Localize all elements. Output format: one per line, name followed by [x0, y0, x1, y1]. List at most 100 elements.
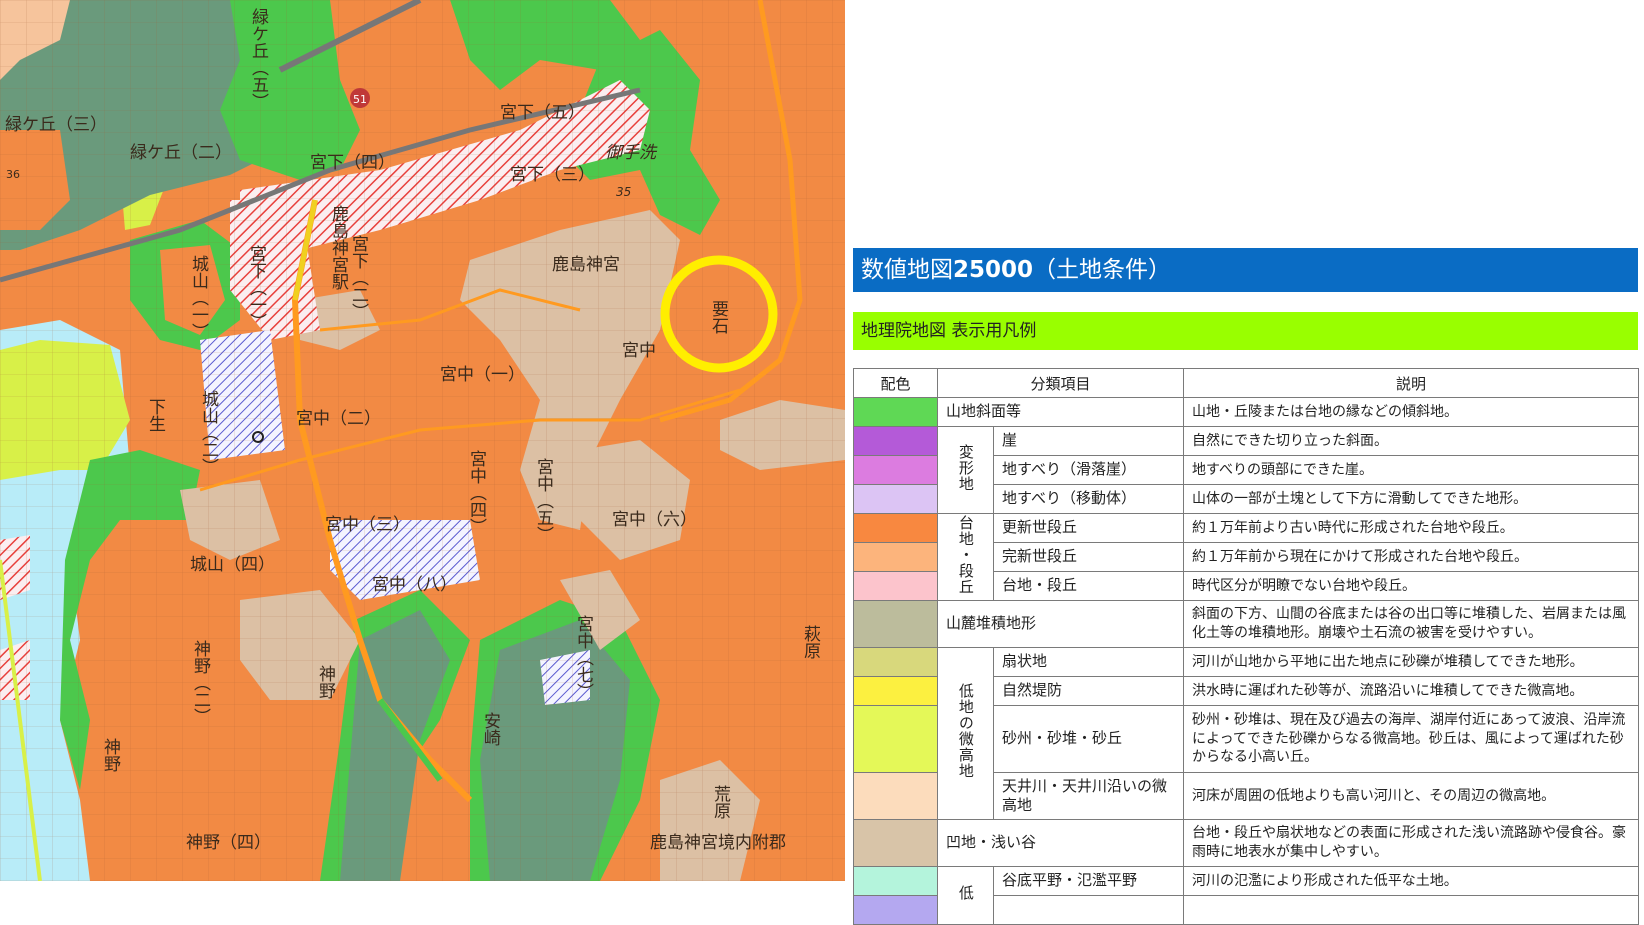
category-item: 山地斜面等: [936, 397, 1185, 427]
category-item: 更新世段丘: [992, 513, 1185, 543]
label-jinno-4: 神野（四）: [186, 833, 271, 853]
label-hagiwara: 萩原: [800, 625, 821, 659]
header-color: 配色: [853, 368, 938, 398]
category-description: 河床が周囲の低地よりも高い河川と、その周辺の微高地。: [1183, 772, 1640, 820]
color-swatch: [853, 705, 938, 773]
category-description: 自然にできた切り立った斜面。: [1183, 426, 1640, 456]
group-label-daichi: 台地・段丘: [937, 513, 994, 601]
label-miyanaka-4: 宮中（四）: [466, 450, 487, 535]
route-51-label: 51: [353, 93, 367, 106]
group-label-text: 低地の微高地: [956, 683, 975, 780]
label-kashima-jingu: 鹿島神宮: [552, 255, 620, 275]
category-item: 台地・段丘: [992, 571, 1185, 601]
label-arahara: 荒原: [710, 785, 731, 819]
label-miyanaka-8: 宮中（八）: [372, 575, 457, 595]
color-swatch: [853, 772, 938, 820]
legend-title-prefix: 数値地図: [861, 257, 953, 283]
land-condition-map[interactable]: 51 緑ケ丘（三） 緑ケ丘（二） 緑ケ丘（五） 宮下（五） 宮下（四） 宮下（三…: [0, 0, 845, 881]
label-miyanaka-5: 宮中（五）: [533, 458, 554, 543]
label-jinno-mid: 神野: [315, 665, 336, 699]
legend-subtitle: 地理院地図 表示用凡例: [853, 312, 1638, 350]
label-kashima-jingu-station: 鹿島神宮駅: [328, 205, 349, 290]
label-miyanaka-2: 宮中（二）: [296, 409, 381, 429]
legend-row: 変形地 崖 自然にできた切り立った斜面。: [853, 426, 1640, 514]
color-swatch: [853, 819, 938, 867]
label-miyashita-3: 宮下（三）: [510, 165, 595, 185]
label-keidai: 鹿島神宮境内附郡: [650, 833, 786, 853]
category-description: 斜面の下方、山間の谷底または谷の出口等に堆積した、岩屑または風化土等の堆積地形。…: [1183, 600, 1640, 648]
label-miyashita-2: 宮下（二）: [348, 235, 369, 320]
header-description: 説明: [1183, 368, 1640, 398]
label-miyanaka-3: 宮中（三）: [325, 515, 410, 535]
group-label-teichi: 低: [937, 866, 994, 925]
color-swatch: [853, 866, 938, 896]
legend-row: 凹地・浅い谷 台地・段丘や扇状地などの表面に形成された浅い流路跡や侵食谷。豪雨時…: [853, 819, 1640, 867]
label-miyanaka-6: 宮中（六）: [612, 510, 697, 530]
map-canvas[interactable]: 51 緑ケ丘（三） 緑ケ丘（二） 緑ケ丘（五） 宮下（五） 宮下（四） 宮下（三…: [0, 0, 845, 881]
category-description: 約１万年前から現在にかけて形成された台地や段丘。: [1183, 542, 1640, 572]
legend-row: 山麓堆積地形 斜面の下方、山間の谷底または谷の出口等に堆積した、岩屑または風化土…: [853, 600, 1640, 648]
legend-row: 低 谷底平野・氾濫平野 河川の氾濫により形成された低平な土地。: [853, 866, 1640, 925]
label-miyashita-4: 宮下（四）: [310, 153, 395, 173]
category-description: 河川が山地から平地に出た地点に砂礫が堆積してできた地形。: [1183, 647, 1640, 677]
category-description: 台地・段丘や扇状地などの表面に形成された浅い流路跡や侵食谷。豪雨時に地表水が集中…: [1183, 819, 1640, 867]
group-label-text: 低: [956, 885, 975, 902]
category-item: 山麓堆積地形: [936, 600, 1185, 648]
color-swatch: [853, 895, 938, 925]
category-item: 谷底平野・氾濫平野: [992, 866, 1185, 896]
legend-row: 台地・段丘 更新世段丘 約１万年前より古い時代に形成された台地や段丘。: [853, 513, 1640, 601]
color-swatch: [853, 647, 938, 677]
color-swatch: [853, 455, 938, 485]
label-miyanaka: 宮中: [622, 341, 656, 361]
label-shimoiku: 下生: [145, 398, 166, 432]
category-item: 扇状地: [992, 647, 1185, 677]
label-jouyama-1: 城山（一）: [188, 255, 209, 340]
color-swatch: [853, 513, 938, 543]
category-description: 山地・丘陵または台地の縁などの傾斜地。: [1183, 397, 1640, 427]
label-elevation-36: 36: [6, 168, 20, 181]
label-kaname-ishi: 要石: [708, 300, 729, 334]
label-jouyama-2: 城山（二）: [198, 390, 219, 475]
group-label-henkeichi: 変形地: [937, 426, 994, 514]
label-yasuzaki: 安崎: [480, 712, 500, 746]
label-mitarashi: 御手洗: [605, 143, 658, 163]
category-description: [1183, 895, 1640, 925]
color-swatch: [853, 484, 938, 514]
label-miyanaka-1: 宮中（一）: [440, 365, 525, 385]
label-jouyama-4: 城山（四）: [190, 555, 275, 575]
category-description: 砂州・砂堆は、現在及び過去の海岸、湖岸付近にあって波浪、沿岸流によってできた砂礫…: [1183, 705, 1640, 773]
category-description: 山体の一部が土塊として下方に滑動してできた地形。: [1183, 484, 1640, 514]
legend-row: 山地斜面等 山地・丘陵または台地の縁などの傾斜地。: [853, 397, 1640, 427]
label-jinno: 神野: [100, 738, 121, 772]
group-label-text: 台地・段丘: [956, 514, 975, 595]
legend-title: 数値地図25000（土地条件）: [853, 248, 1638, 292]
category-item: 地すべり（移動体）: [992, 484, 1185, 514]
category-description: 洪水時に運ばれた砂等が、流路沿いに堆積してできた微高地。: [1183, 676, 1640, 706]
category-item: [992, 895, 1185, 925]
header-category: 分類項目: [936, 368, 1185, 398]
label-miyanaka-7: 宮中（七）: [573, 615, 594, 700]
category-description: 約１万年前より古い時代に形成された台地や段丘。: [1183, 513, 1640, 543]
category-description: 地すべりの頭部にできた崖。: [1183, 455, 1640, 485]
color-swatch: [853, 571, 938, 601]
label-miyashita-5: 宮下（五）: [500, 103, 585, 123]
color-swatch: [853, 676, 938, 706]
label-midorigaoka-2: 緑ケ丘（二）: [130, 143, 232, 163]
label-elevation-35: 35: [616, 185, 631, 199]
category-item: 砂州・砂堆・砂丘: [992, 705, 1185, 773]
category-item: 天井川・天井川沿いの微高地: [992, 772, 1185, 820]
category-item: 凹地・浅い谷: [936, 819, 1185, 867]
category-item: 自然堤防: [992, 676, 1185, 706]
color-swatch: [853, 542, 938, 572]
category-item: 完新世段丘: [992, 542, 1185, 572]
label-miyashita-1: 宮下（一）: [246, 245, 267, 330]
legend-panel: 数値地図25000（土地条件） 地理院地図 表示用凡例 配色 分類項目 説明 山…: [853, 0, 1644, 925]
color-swatch: [853, 426, 938, 456]
color-swatch: [853, 397, 938, 427]
label-jinno-2: 神野（二）: [190, 640, 211, 725]
legend-table: 配色 分類項目 説明 山地斜面等 山地・丘陵または台地の縁などの傾斜地。 変形地…: [853, 368, 1640, 925]
category-description: 時代区分が明瞭でない台地や段丘。: [1183, 571, 1640, 601]
label-midorigaoka-5: 緑ケ丘（五）: [248, 8, 269, 110]
category-description: 河川の氾濫により形成された低平な土地。: [1183, 866, 1640, 896]
group-label-teichi-bikouchi: 低地の微高地: [937, 647, 994, 820]
